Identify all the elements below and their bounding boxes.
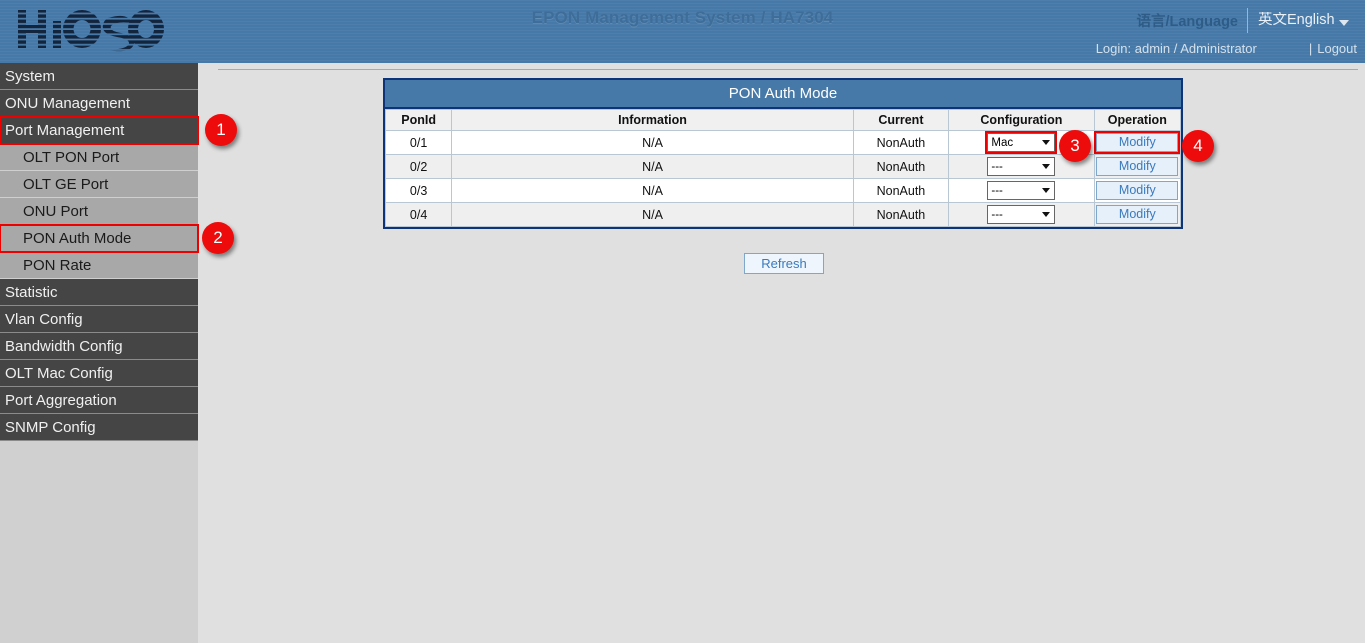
- panel-title: PON Auth Mode: [385, 80, 1181, 109]
- sidebar-item-port-aggregation[interactable]: Port Aggregation: [0, 387, 198, 414]
- cell-current: NonAuth: [853, 131, 948, 155]
- column-header-operation: Operation: [1094, 110, 1180, 131]
- sidebar-item-label: OLT GE Port: [23, 176, 108, 193]
- cell-information: N/A: [452, 203, 854, 227]
- modify-button[interactable]: Modify: [1096, 133, 1178, 152]
- sidebar-item-olt-ge-port[interactable]: OLT GE Port: [0, 171, 198, 198]
- sidebar-item-label: Port Aggregation: [5, 392, 117, 409]
- sidebar-item-bandwidth-config[interactable]: Bandwidth Config: [0, 333, 198, 360]
- column-header-current: Current: [853, 110, 948, 131]
- auth-mode-select[interactable]: ---MacLoidLoidPassword: [987, 181, 1055, 200]
- sidebar-item-onu-port[interactable]: ONU Port: [0, 198, 198, 225]
- sidebar-item-olt-pon-port[interactable]: OLT PON Port: [0, 144, 198, 171]
- cell-operation: Modify: [1094, 155, 1180, 179]
- login-status-bar: Login: admin / Administrator | Logout: [1096, 41, 1357, 56]
- sidebar-item-label: OLT Mac Config: [5, 365, 113, 382]
- cell-current: NonAuth: [853, 179, 948, 203]
- sidebar-item-statistic[interactable]: Statistic: [0, 279, 198, 306]
- sidebar-item-pon-auth-mode[interactable]: PON Auth Mode: [0, 225, 198, 252]
- table-row: 0/2N/ANonAuth ---MacLoidLoidPassword Modif…: [386, 155, 1181, 179]
- sidebar-item-port-management[interactable]: Port Management: [0, 117, 198, 144]
- language-label: 语言/Language: [1136, 10, 1238, 31]
- cell-information: N/A: [452, 179, 854, 203]
- auth-mode-select[interactable]: ---MacLoidLoidPassword: [987, 133, 1055, 152]
- logout-link[interactable]: Logout: [1317, 41, 1357, 56]
- sidebar-item-label: PON Auth Mode: [23, 230, 131, 247]
- cell-information: N/A: [452, 131, 854, 155]
- sidebar-item-label: Bandwidth Config: [5, 338, 123, 355]
- login-user-label: Login: admin / Administrator: [1096, 41, 1257, 56]
- app-header: EPON Management System / HA7304 语言/Langu…: [0, 0, 1365, 63]
- cell-ponid: 0/4: [386, 203, 452, 227]
- hioso-logo: [12, 4, 167, 52]
- sidebar-nav: System ONU Management Port Management OLT P…: [0, 63, 198, 643]
- column-header-configuration: Configuration: [949, 110, 1095, 131]
- cell-ponid: 0/3: [386, 179, 452, 203]
- content-divider: [218, 69, 1358, 70]
- sidebar-item-label: ONU Management: [5, 95, 130, 112]
- config-select-wrapper: ---MacLoidLoidPassword: [987, 157, 1055, 176]
- config-select-wrapper: ---MacLoidLoidPassword: [987, 205, 1055, 224]
- sidebar-item-label: Vlan Config: [5, 311, 83, 328]
- cell-ponid: 0/1: [386, 131, 452, 155]
- refresh-button[interactable]: Refresh: [744, 253, 824, 274]
- config-select-wrapper: ---MacLoidLoidPassword: [987, 133, 1055, 152]
- sidebar-item-snmp-config[interactable]: SNMP Config: [0, 414, 198, 441]
- sidebar-item-label: Statistic: [5, 284, 58, 301]
- cell-operation: Modify: [1094, 203, 1180, 227]
- cell-information: N/A: [452, 155, 854, 179]
- config-select-wrapper: ---MacLoidLoidPassword: [987, 181, 1055, 200]
- auth-mode-select[interactable]: ---MacLoidLoidPassword: [987, 205, 1055, 224]
- table-row: 0/3N/ANonAuth ---MacLoidLoidPassword Modif…: [386, 179, 1181, 203]
- column-header-information: Information: [452, 110, 854, 131]
- cell-current: NonAuth: [853, 155, 948, 179]
- sidebar-item-olt-mac-config[interactable]: OLT Mac Config: [0, 360, 198, 387]
- modify-button[interactable]: Modify: [1096, 181, 1178, 200]
- cell-ponid: 0/2: [386, 155, 452, 179]
- cell-operation: Modify: [1094, 131, 1180, 155]
- sidebar-item-label: PON Rate: [23, 257, 91, 274]
- annotation-badge-1: 1: [205, 114, 237, 146]
- sidebar-item-label: OLT PON Port: [23, 149, 119, 166]
- annotation-badge-4: 4: [1182, 130, 1214, 162]
- sidebar-item-label: ONU Port: [23, 203, 88, 220]
- sidebar-item-vlan-config[interactable]: Vlan Config: [0, 306, 198, 333]
- cell-configuration: ---MacLoidLoidPassword: [949, 203, 1095, 227]
- sidebar-item-label: System: [5, 68, 55, 85]
- modify-button[interactable]: Modify: [1096, 157, 1178, 176]
- modify-button[interactable]: Modify: [1096, 205, 1178, 224]
- cell-current: NonAuth: [853, 203, 948, 227]
- language-switcher[interactable]: 语言/Language 英文English: [1136, 7, 1357, 33]
- table-header-row: PonId Information Current Configuration …: [386, 110, 1181, 131]
- column-header-ponid: PonId: [386, 110, 452, 131]
- auth-mode-select[interactable]: ---MacLoidLoidPassword: [987, 157, 1055, 176]
- table-row: 0/4N/ANonAuth ---MacLoidLoidPassword Modif…: [386, 203, 1181, 227]
- sidebar-item-system[interactable]: System: [0, 63, 198, 90]
- cell-operation: Modify: [1094, 179, 1180, 203]
- sidebar-item-pon-rate[interactable]: PON Rate: [0, 252, 198, 279]
- logout-separator: |: [1309, 41, 1312, 56]
- sidebar-item-onu-management[interactable]: ONU Management: [0, 90, 198, 117]
- annotation-badge-3: 3: [1059, 130, 1091, 162]
- cell-configuration: ---MacLoidLoidPassword: [949, 179, 1095, 203]
- sidebar-item-label: SNMP Config: [5, 419, 96, 436]
- annotation-badge-2: 2: [202, 222, 234, 254]
- sidebar-item-label: Port Management: [5, 122, 124, 139]
- pon-auth-table: PonId Information Current Configuration …: [385, 109, 1181, 227]
- language-select[interactable]: 英文English: [1247, 8, 1357, 33]
